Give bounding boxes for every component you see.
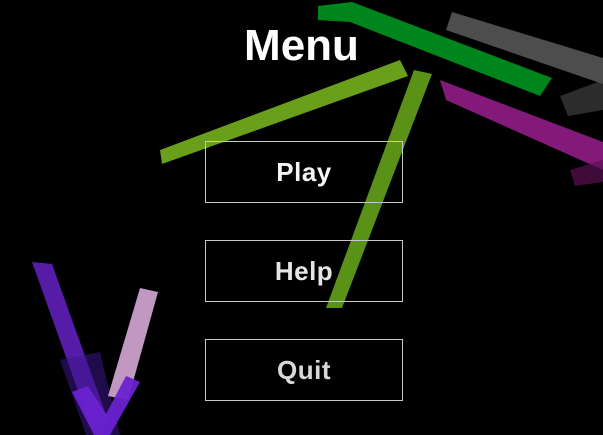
help-button[interactable]: Help (205, 240, 403, 302)
menu-screen: Menu Play Help Quit (0, 0, 603, 435)
help-button-label: Help (274, 255, 334, 286)
quit-button[interactable]: Quit (205, 339, 403, 401)
play-button-label: Play (276, 156, 332, 187)
quit-button-label: Quit (277, 354, 331, 385)
magenta-streak-tail (570, 160, 603, 186)
menu-title: Menu (244, 21, 359, 70)
play-button[interactable]: Play (205, 141, 403, 203)
gray-streak-faint (560, 80, 603, 116)
